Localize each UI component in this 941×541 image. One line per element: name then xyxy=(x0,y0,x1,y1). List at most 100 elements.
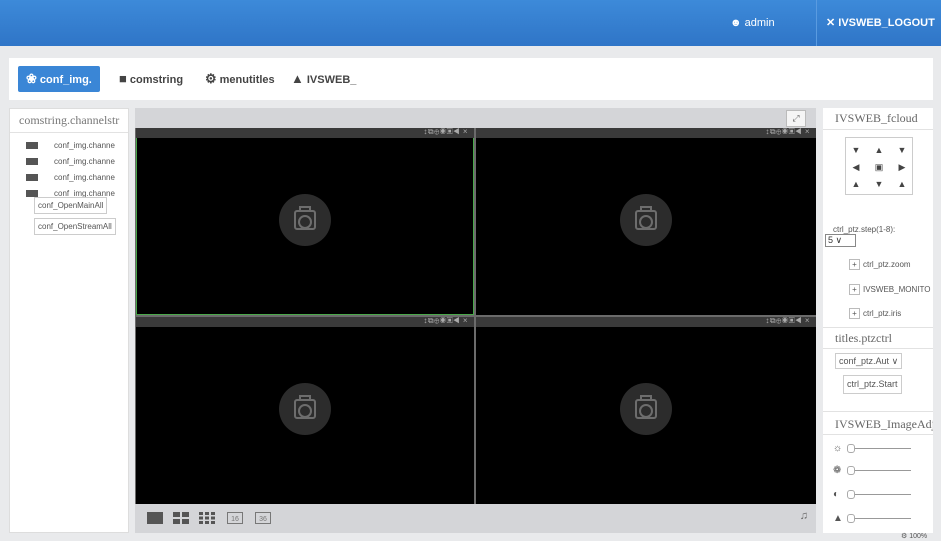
bell-icon: ▲ xyxy=(291,71,304,86)
ptz-start-button[interactable]: ctrl_ptz.Start xyxy=(843,375,902,394)
ptz-zoom-row[interactable]: + ctrl_ptz.zoom xyxy=(849,258,911,273)
channel-item[interactable]: conf_img.channe xyxy=(26,170,115,185)
tab-menutitles[interactable]: ⚙ menutitles xyxy=(205,66,275,92)
ptzctrl-title: titles.ptzctrl xyxy=(823,327,933,349)
ptz-down-left-button[interactable]: ▼ xyxy=(847,145,865,155)
ptz-monitor-row[interactable]: + IVSWEB_MONITO xyxy=(849,283,930,298)
gear-icon: ⚙ xyxy=(205,71,217,86)
plus-icon[interactable]: + xyxy=(849,308,860,319)
ptz-up-right-button[interactable]: ▲ xyxy=(893,179,911,189)
video-pane[interactable]: ↕⧉⊕◉▣◀ × xyxy=(476,127,816,315)
ptz-row-label: ctrl_ptz.zoom xyxy=(863,260,911,269)
ptz-up-button[interactable]: ▲ xyxy=(870,145,888,155)
plus-icon[interactable]: + xyxy=(849,284,860,295)
tab-label: conf_img. xyxy=(39,74,92,86)
tab-conf-img[interactable]: ❀ conf_img. xyxy=(18,66,100,92)
tab-label: IVSWEB_ xyxy=(306,74,357,86)
camera-icon xyxy=(26,142,38,150)
saturation-icon: ▲ xyxy=(833,513,843,524)
zoom-icon: ⚙ xyxy=(901,533,908,540)
user-menu[interactable]: ☻ admin xyxy=(730,0,775,46)
pane-toolbar: ↕⧉⊕◉▣◀ × xyxy=(136,127,474,138)
video-pane[interactable]: ↕⧉⊕◉▣◀ × xyxy=(476,316,816,504)
ptz-iris-row[interactable]: + ctrl_ptz.iris xyxy=(849,307,901,322)
close-icon: ✕ xyxy=(826,17,836,29)
layout-bar: 16 36 ♫ xyxy=(135,504,816,533)
open-main-all-button[interactable]: conf_OpenMainAll xyxy=(34,197,108,214)
layout-1x1-button[interactable] xyxy=(147,512,163,524)
video-grid: ↕⧉⊕◉▣◀ × ↕⧉⊕◉▣◀ × ↕⧉⊕◉▣◀ × ↕⧉⊕◉▣◀ × xyxy=(135,127,816,504)
divider xyxy=(816,0,817,46)
user-name: admin xyxy=(744,17,775,29)
tab-comstring[interactable]: ■ comstring xyxy=(119,66,183,92)
tab-label: comstring xyxy=(129,74,184,86)
ptz-panel: IVSWEB_fcloud ▼ ▲ ▼ ◀ ▣ ▶ ▲ ▼ ▲ ctrl_ptz… xyxy=(823,108,933,533)
ptz-left-button[interactable]: ◀ xyxy=(847,162,865,173)
ptz-mode-value: conf_ptz.Aut xyxy=(839,356,890,366)
camera-settings-icon: ❀ xyxy=(26,71,37,86)
channel-item[interactable]: conf_img.channe xyxy=(26,138,115,153)
ptz-step-value: 5 xyxy=(828,235,834,245)
main-tabs: ❀ conf_img. ■ comstring ⚙ menutitles ▲ IVSWE… xyxy=(9,58,933,100)
user-icon: ☻ xyxy=(730,17,742,29)
group-icon: ■ xyxy=(119,71,127,86)
pane-tools[interactable]: ↕⧉⊕◉▣◀ × xyxy=(765,127,810,137)
pane-toolbar: ↕⧉⊕◉▣◀ × xyxy=(476,316,816,327)
channel-item[interactable]: conf_img.channe xyxy=(26,154,115,169)
svg-text:16: 16 xyxy=(231,516,239,523)
zoom-value: 100% xyxy=(909,533,928,540)
video-toolbar: ⤢ xyxy=(135,108,816,128)
ptz-mode-select[interactable]: conf_ptz.Aut ∨ xyxy=(835,353,903,369)
pane-toolbar: ↕⧉⊕◉▣◀ × xyxy=(476,127,816,138)
zoom-level: ⚙ 100% xyxy=(901,532,927,540)
brightness-icon: ☼ xyxy=(833,443,843,454)
ptz-center-button[interactable]: ▣ xyxy=(870,162,888,173)
ptz-down-button[interactable]: ▼ xyxy=(870,179,888,189)
chevron-down-icon: ∨ xyxy=(891,356,899,366)
tab-ivsweb[interactable]: ▲ IVSWEB_ xyxy=(291,66,356,92)
logout-button[interactable]: ✕ IVSWEB_LOGOUT xyxy=(826,0,935,46)
plus-icon[interactable]: + xyxy=(849,259,860,270)
video-pane[interactable]: ↕⧉⊕◉▣◀ × xyxy=(136,316,474,504)
video-area: ⤢ ↕⧉⊕◉▣◀ × ↕⧉⊕◉▣◀ × ↕⧉⊕◉▣◀ × ↕⧉⊕◉▣◀ × 16… xyxy=(135,108,816,533)
ptz-row-label: ctrl_ptz.iris xyxy=(863,309,902,318)
camera-icon xyxy=(26,174,38,182)
video-pane[interactable]: ↕⧉⊕◉▣◀ × xyxy=(136,127,474,315)
logout-label: IVSWEB_LOGOUT xyxy=(838,17,935,29)
pane-tools[interactable]: ↕⧉⊕◉▣◀ × xyxy=(765,316,810,326)
ptz-step-select[interactable]: 5 ∨ xyxy=(825,234,856,247)
channel-panel: comstring.channelstr conf_img.channe con… xyxy=(9,108,129,533)
ptz-step-label: ctrl_ptz.step(1-8): xyxy=(833,225,896,234)
microphone-icon[interactable]: ♫ xyxy=(800,510,808,522)
contrast-icon: ◐ xyxy=(833,489,840,500)
layout-36-button[interactable]: 36 xyxy=(255,512,271,524)
ptz-direction-pad: ▼ ▲ ▼ ◀ ▣ ▶ ▲ ▼ ▲ xyxy=(845,137,913,195)
channel-label: conf_img.channe xyxy=(54,157,115,166)
ptz-right-button[interactable]: ▶ xyxy=(893,162,911,173)
camera-placeholder-icon xyxy=(620,383,672,435)
layout-16-button[interactable]: 16 xyxy=(227,512,243,524)
ptz-row-label: IVSWEB_MONITO xyxy=(863,285,931,294)
ptz-up-left-button[interactable]: ▲ xyxy=(847,179,865,189)
pane-tools[interactable]: ↕⧉⊕◉▣◀ × xyxy=(423,316,468,326)
svg-text:36: 36 xyxy=(259,516,267,523)
camera-placeholder-icon xyxy=(620,194,672,246)
tab-label: menutitles xyxy=(219,74,275,86)
pane-toolbar: ↕⧉⊕◉▣◀ × xyxy=(136,316,474,327)
ptz-panel-title: IVSWEB_fcloud xyxy=(823,108,933,130)
open-stream-all-button[interactable]: conf_OpenStreamAll xyxy=(34,218,116,235)
channel-label: conf_img.channe xyxy=(54,141,115,150)
channel-label: conf_img.channe xyxy=(54,173,115,182)
pane-tools[interactable]: ↕⧉⊕◉▣◀ × xyxy=(423,127,468,137)
ptz-down-right-button[interactable]: ▼ xyxy=(893,145,911,155)
channel-panel-title: comstring.channelstr xyxy=(10,109,128,133)
fullscreen-icon: ⤢ xyxy=(792,113,800,123)
layout-3x3-button[interactable] xyxy=(199,512,215,524)
palette-icon: ❁ xyxy=(833,465,842,476)
camera-icon xyxy=(26,158,38,166)
top-bar: ☻ admin ✕ IVSWEB_LOGOUT xyxy=(0,0,941,46)
camera-placeholder-icon xyxy=(279,194,331,246)
layout-2x2-button[interactable] xyxy=(173,512,189,524)
camera-placeholder-icon xyxy=(279,383,331,435)
fullscreen-button[interactable]: ⤢ xyxy=(786,110,806,127)
